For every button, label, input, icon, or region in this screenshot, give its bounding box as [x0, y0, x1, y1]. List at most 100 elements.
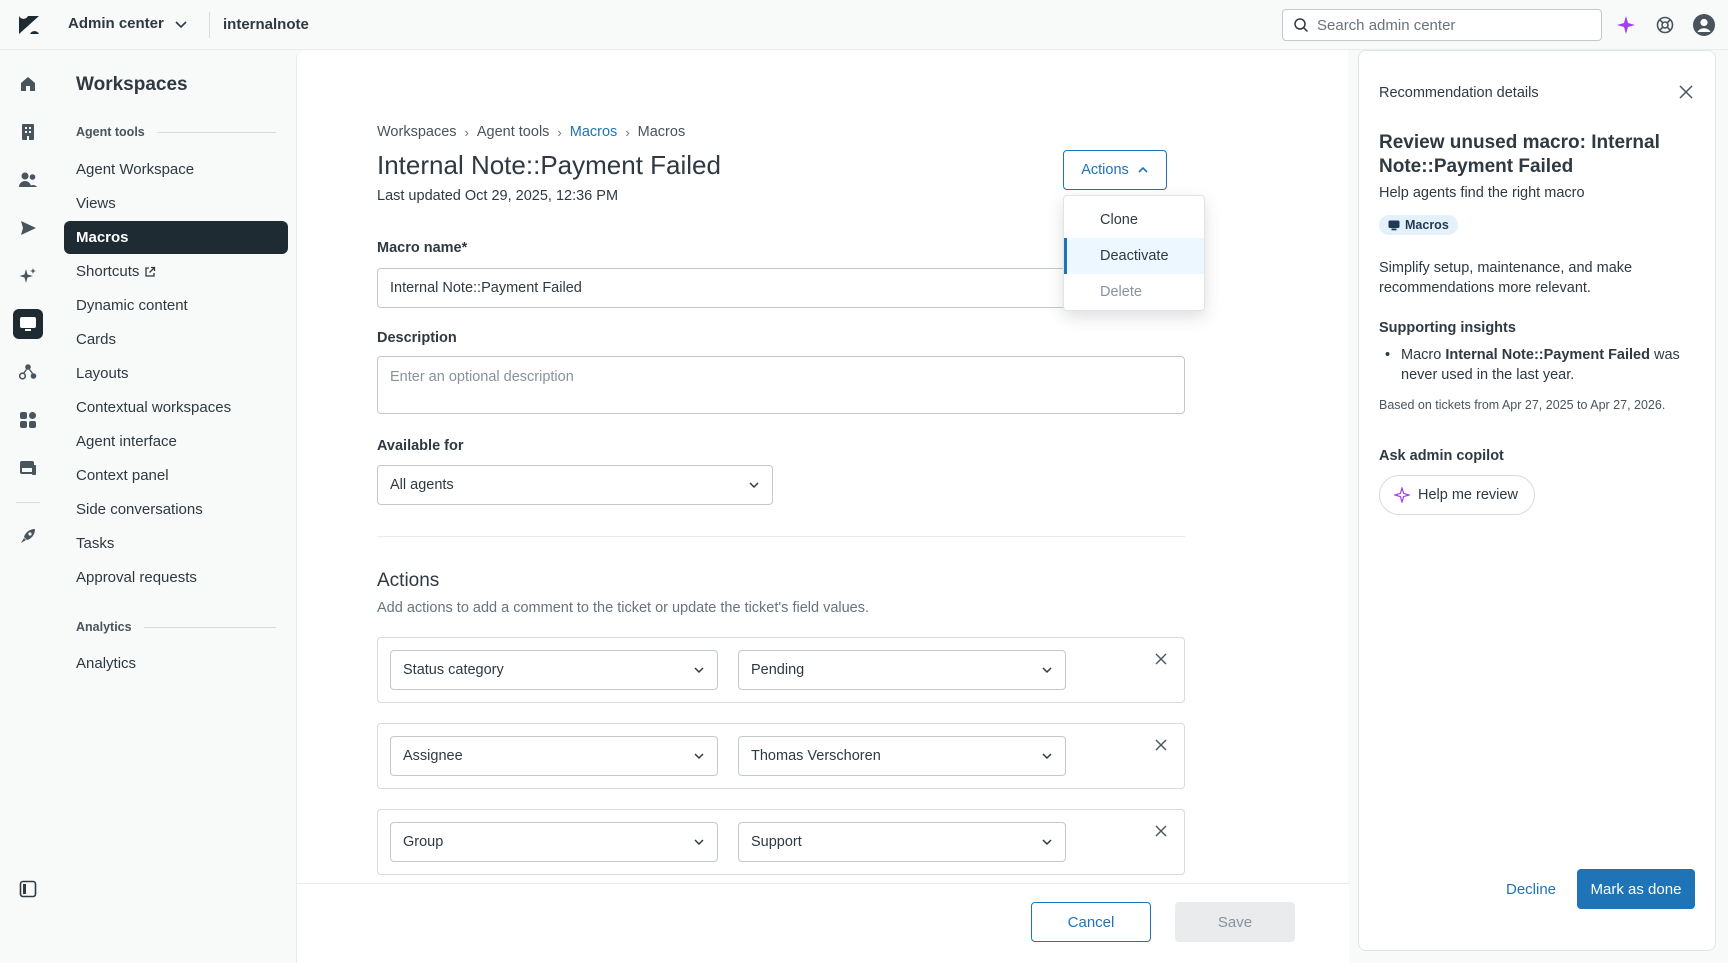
section-agent-tools: Agent tools [76, 125, 276, 139]
nav-item-macros[interactable]: Macros [64, 221, 288, 254]
workspaces-nav: Workspaces Agent tools Agent Workspace V… [56, 50, 296, 963]
macros-tag: Macros [1379, 215, 1458, 235]
ai-icon[interactable] [13, 261, 43, 291]
help-icon[interactable] [1654, 14, 1676, 36]
product-name: Admin center [68, 15, 164, 32]
help-me-review-button[interactable]: Help me review [1379, 475, 1535, 515]
nav-item-cards[interactable]: Cards [64, 323, 288, 356]
main-content: Workspaces › Agent tools › Macros › Macr… [296, 50, 1349, 963]
section-analytics: Analytics [76, 620, 276, 634]
chevron-right-icon: › [464, 124, 469, 140]
chevron-down-icon [175, 20, 187, 28]
panel-header: Recommendation details [1379, 85, 1539, 101]
menu-item-delete[interactable]: Delete [1064, 274, 1204, 310]
action-field-select[interactable]: Group [390, 822, 718, 862]
chevron-down-icon [1042, 667, 1052, 674]
nav-item-dynamic-content[interactable]: Dynamic content [64, 289, 288, 322]
action-row: Status category Pending [377, 637, 1185, 703]
chevron-up-icon [1138, 166, 1148, 173]
chat-icon [1388, 220, 1400, 230]
search-input[interactable] [1317, 16, 1587, 34]
action-field-select[interactable]: Status category [390, 650, 718, 690]
nav-title: Workspaces [76, 74, 188, 95]
macro-name-label: Macro name* [377, 240, 468, 256]
sparkle-icon[interactable] [1615, 14, 1637, 36]
nav-item-shortcuts[interactable]: Shortcuts [64, 255, 288, 288]
chevron-down-icon [694, 839, 704, 846]
top-bar: Admin center internalnote [0, 0, 1728, 50]
form-footer: Cancel Save [297, 883, 1349, 963]
action-value-select[interactable]: Support [738, 822, 1066, 862]
action-value-select[interactable]: Pending [738, 650, 1066, 690]
nav-item-approval-requests[interactable]: Approval requests [64, 561, 288, 594]
remove-action-close-icon[interactable] [1152, 736, 1170, 754]
search-icon [1294, 18, 1309, 33]
copilot-heading: Ask admin copilot [1379, 448, 1504, 464]
close-icon[interactable] [1679, 85, 1695, 101]
cancel-button[interactable]: Cancel [1031, 902, 1151, 942]
nav-item-views[interactable]: Views [64, 187, 288, 220]
available-for-label: Available for [377, 438, 464, 454]
panel-toggle-icon[interactable] [15, 876, 41, 902]
page-title: Internal Note::Payment Failed [377, 150, 721, 180]
recommendation-description: Simplify setup, maintenance, and make re… [1379, 260, 1633, 296]
insight-item: Macro Internal Note::Payment Failed was … [1383, 345, 1699, 385]
send-icon[interactable] [13, 213, 43, 243]
home-icon[interactable] [13, 69, 43, 99]
action-row: Group Support [377, 809, 1185, 875]
breadcrumb-workspaces[interactable]: Workspaces [377, 124, 457, 140]
product-switcher[interactable]: Admin center [68, 15, 188, 32]
actions-button[interactable]: Actions [1063, 150, 1167, 190]
nav-item-layouts[interactable]: Layouts [64, 357, 288, 390]
chevron-down-icon [1042, 839, 1052, 846]
section-divider [377, 536, 1185, 537]
left-rail [0, 50, 56, 963]
chevron-down-icon [694, 667, 704, 674]
breadcrumb-current: Macros [637, 124, 686, 140]
zendesk-logo[interactable] [18, 15, 40, 35]
channels-icon[interactable] [13, 453, 43, 483]
nav-item-contextual-workspaces[interactable]: Contextual workspaces [64, 391, 288, 424]
chevron-down-icon [1042, 753, 1052, 760]
nav-item-analytics[interactable]: Analytics [64, 647, 288, 680]
apps-icon[interactable] [13, 405, 43, 435]
nav-item-agent-interface[interactable]: Agent interface [64, 425, 288, 458]
mark-as-done-button[interactable]: Mark as done [1577, 869, 1695, 909]
rail-divider [16, 502, 40, 503]
menu-item-clone[interactable]: Clone [1064, 202, 1204, 238]
save-button[interactable]: Save [1175, 902, 1295, 942]
breadcrumb-macros-link[interactable]: Macros [570, 124, 618, 140]
available-for-select[interactable]: All agents [377, 465, 773, 505]
people-icon[interactable] [13, 165, 43, 195]
chevron-down-icon [749, 482, 759, 489]
avatar-icon[interactable] [1693, 14, 1715, 36]
action-row: Assignee Thomas Verschoren [377, 723, 1185, 789]
supporting-insights-heading: Supporting insights [1379, 320, 1516, 336]
actions-section-description: Add actions to add a comment to the tick… [377, 600, 870, 616]
remove-action-close-icon[interactable] [1152, 650, 1170, 668]
menu-item-deactivate[interactable]: Deactivate [1064, 238, 1204, 274]
nav-item-agent-workspace[interactable]: Agent Workspace [64, 153, 288, 186]
nav-item-side-conversations[interactable]: Side conversations [64, 493, 288, 526]
description-textarea[interactable]: Enter an optional description [377, 356, 1185, 414]
recommendation-panel: Recommendation details Review unused mac… [1358, 50, 1716, 951]
decline-button[interactable]: Decline [1489, 869, 1573, 909]
description-label: Description [377, 330, 457, 346]
workspace-icon[interactable] [13, 309, 43, 339]
last-updated: Last updated Oct 29, 2025, 12:36 PM [377, 188, 619, 204]
search-box[interactable] [1282, 9, 1602, 41]
breadcrumb-agent-tools[interactable]: Agent tools [477, 124, 550, 140]
objects-icon[interactable] [13, 357, 43, 387]
action-value-select[interactable]: Thomas Verschoren [738, 736, 1066, 776]
sparkle-icon [1394, 487, 1410, 503]
nav-item-context-panel[interactable]: Context panel [64, 459, 288, 492]
remove-action-close-icon[interactable] [1152, 822, 1170, 840]
insight-date-range: Based on tickets from Apr 27, 2025 to Ap… [1379, 398, 1666, 412]
nav-item-tasks[interactable]: Tasks [64, 527, 288, 560]
action-field-select[interactable]: Assignee [390, 736, 718, 776]
chevron-right-icon: › [557, 124, 562, 140]
building-icon[interactable] [13, 117, 43, 147]
account-name: internalnote [223, 16, 309, 33]
actions-section-title: Actions [377, 570, 440, 591]
rocket-icon[interactable] [13, 521, 43, 551]
